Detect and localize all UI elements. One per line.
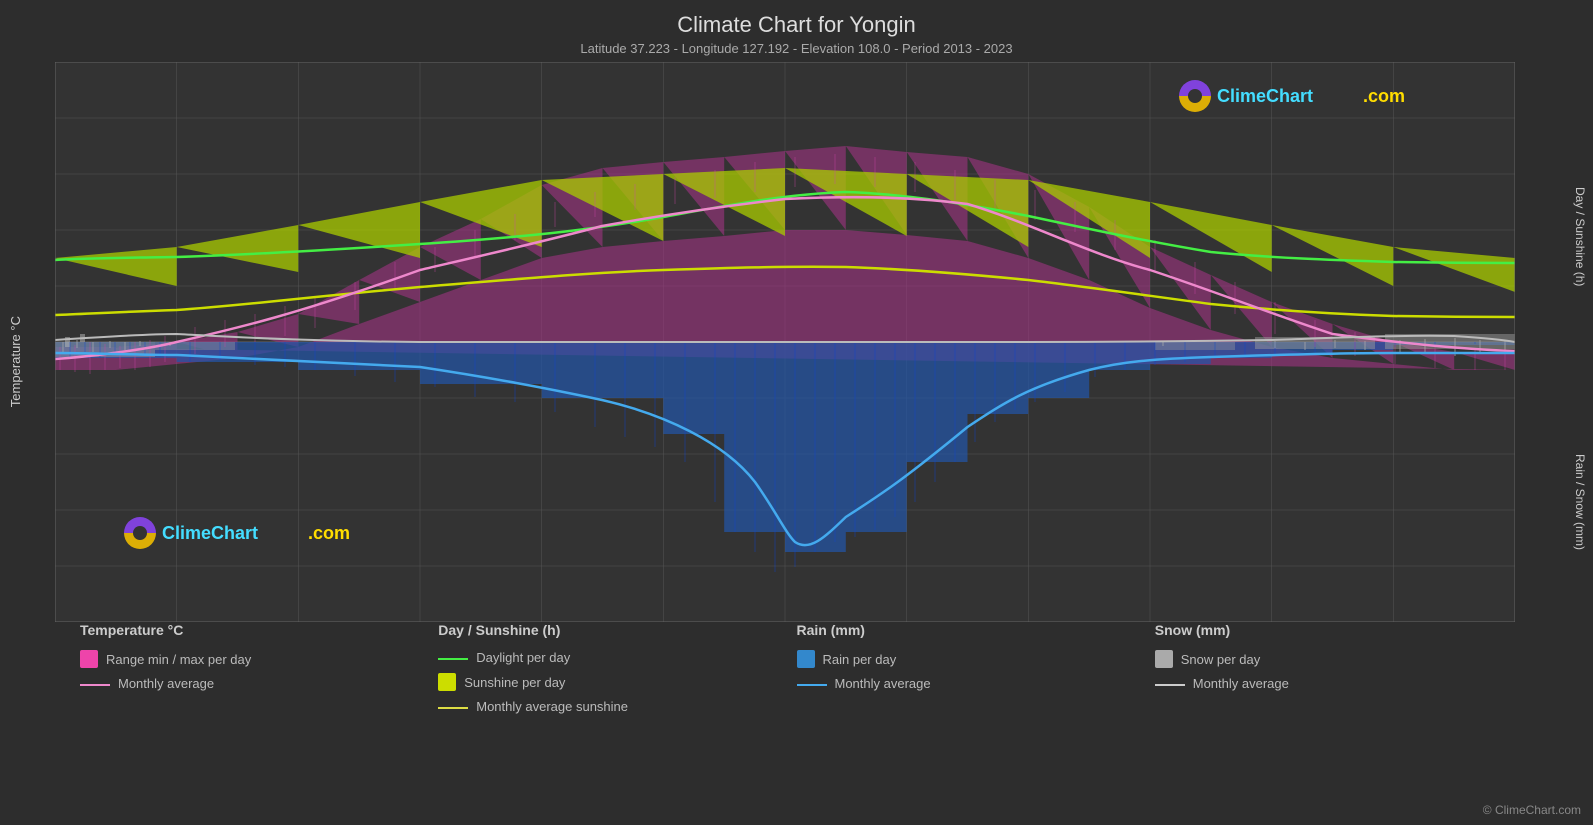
legend-column-temperature: Temperature °C Range min / max per day M… — [80, 622, 438, 714]
svg-text:.com: .com — [1363, 86, 1405, 106]
svg-text:.com: .com — [308, 523, 350, 543]
sunshine-per-day-label: Sunshine per day — [464, 675, 565, 690]
legend-item-snow-avg: Monthly average — [1155, 676, 1513, 691]
legend-item-sunshine-per-day: Sunshine per day — [438, 673, 796, 691]
rain-avg-line — [797, 684, 827, 686]
svg-text:ClimeChart: ClimeChart — [162, 523, 258, 543]
legend-column-snow: Snow (mm) Snow per day Monthly average — [1155, 622, 1513, 714]
y-axis-right-top-label: Day / Sunshine (h) — [1573, 187, 1587, 286]
temp-avg-line — [80, 684, 110, 686]
legend-item-temp-avg: Monthly average — [80, 676, 438, 691]
legend-column-rain: Rain (mm) Rain per day Monthly average — [797, 622, 1155, 714]
legend-title-temperature: Temperature °C — [80, 622, 438, 638]
title-section: Climate Chart for Yongin Latitude 37.223… — [0, 0, 1593, 56]
snow-avg-line — [1155, 684, 1185, 686]
legend-title-sunshine: Day / Sunshine (h) — [438, 622, 796, 638]
legend-column-sunshine: Day / Sunshine (h) Daylight per day Suns… — [438, 622, 796, 714]
legend-item-snow-per-day: Snow per day — [1155, 650, 1513, 668]
snow-avg-label: Monthly average — [1193, 676, 1289, 691]
temp-avg-label: Monthly average — [118, 676, 214, 691]
chart-subtitle: Latitude 37.223 - Longitude 127.192 - El… — [0, 41, 1593, 56]
daylight-line — [438, 658, 468, 660]
rain-swatch — [797, 650, 815, 668]
y-axis-right-bottom-label: Rain / Snow (mm) — [1573, 454, 1587, 550]
rain-per-day-label: Rain per day — [823, 652, 897, 667]
legend-item-sunshine-avg: Monthly average sunshine — [438, 699, 796, 714]
snow-swatch — [1155, 650, 1173, 668]
temp-range-swatch — [80, 650, 98, 668]
main-container: Climate Chart for Yongin Latitude 37.223… — [0, 0, 1593, 825]
daylight-label: Daylight per day — [476, 650, 570, 665]
legend-title-snow: Snow (mm) — [1155, 622, 1513, 638]
temp-range-label: Range min / max per day — [106, 652, 251, 667]
legend-item-daylight: Daylight per day — [438, 650, 796, 665]
chart-title: Climate Chart for Yongin — [0, 12, 1593, 38]
y-axis-left-label: Temperature °C — [8, 316, 23, 407]
copyright-footer: © ClimeChart.com — [1483, 803, 1581, 817]
sunshine-swatch — [438, 673, 456, 691]
legend-item-rain-per-day: Rain per day — [797, 650, 1155, 668]
legend-title-rain: Rain (mm) — [797, 622, 1155, 638]
legend-area: Temperature °C Range min / max per day M… — [0, 607, 1593, 714]
snow-per-day-label: Snow per day — [1181, 652, 1261, 667]
chart-svg: 50 40 30 20 10 0 -10 -20 -30 -40 -50 24 — [55, 62, 1515, 622]
legend-item-rain-avg: Monthly average — [797, 676, 1155, 691]
sunshine-avg-label: Monthly average sunshine — [476, 699, 628, 714]
rain-avg-label: Monthly average — [835, 676, 931, 691]
svg-text:ClimeChart: ClimeChart — [1217, 86, 1313, 106]
legend-item-temp-range: Range min / max per day — [80, 650, 438, 668]
sunshine-avg-line — [438, 707, 468, 709]
